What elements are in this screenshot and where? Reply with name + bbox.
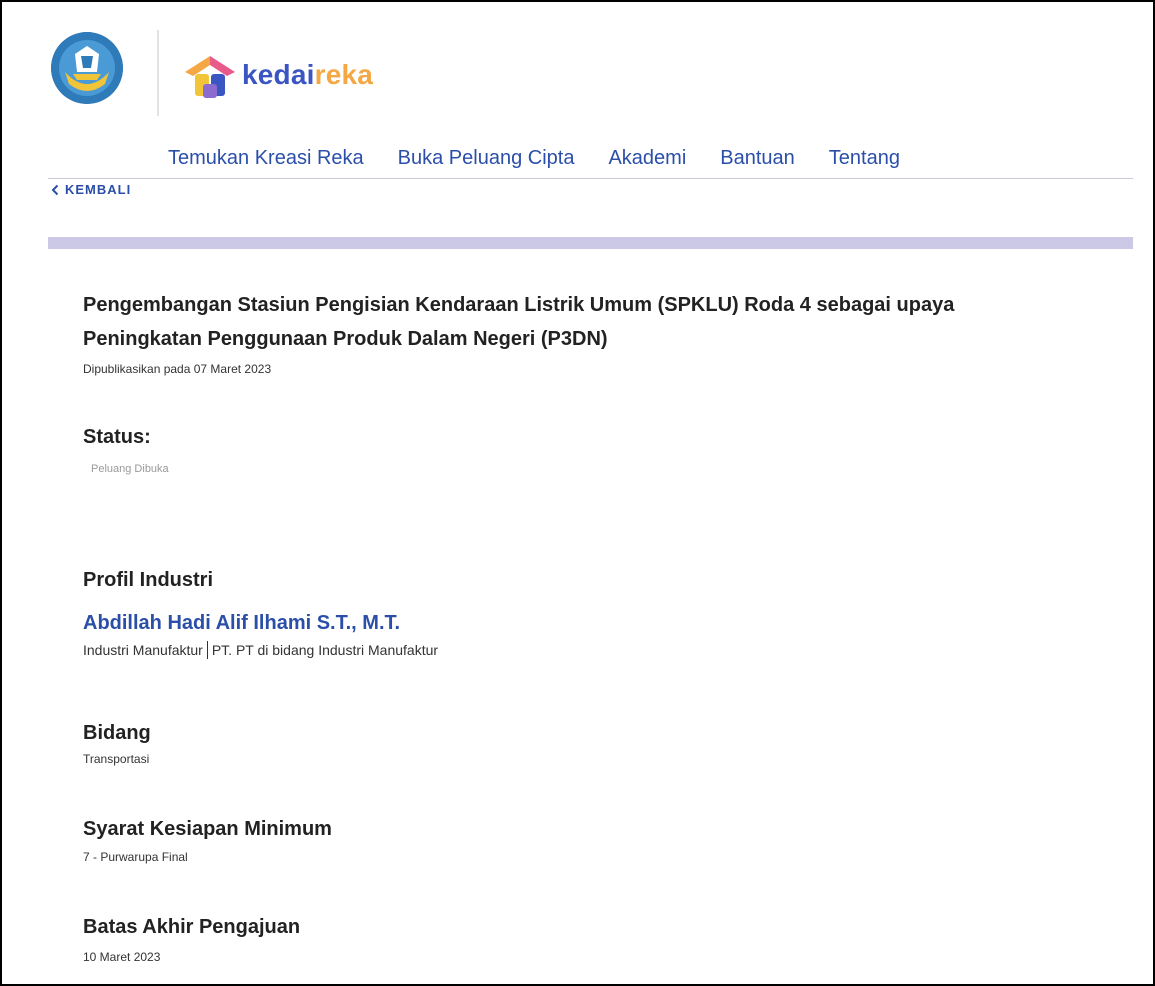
profile-sector: Industri Manufaktur: [83, 642, 203, 658]
field-value: Transportasi: [83, 752, 150, 766]
nav-item-buka-peluang-cipta[interactable]: Buka Peluang Cipta: [398, 144, 575, 172]
deadline-heading: Batas Akhir Pengajuan: [83, 916, 301, 938]
back-link-label: KEMBALI: [65, 182, 132, 197]
section-divider-bar: [48, 237, 1133, 249]
readiness-value: 7 - Purwarupa Final: [83, 850, 188, 864]
published-date: Dipublikasikan pada 07 Maret 2023: [83, 362, 272, 376]
kedaireka-mark-icon: [185, 56, 235, 98]
nav-item-temukan-kreasi-reka[interactable]: Temukan Kreasi Reka: [168, 144, 364, 172]
nav-divider: [48, 178, 1133, 179]
ministry-emblem-logo[interactable]: [51, 32, 123, 104]
brand-word-part2: reka: [314, 59, 374, 90]
brand-word-part1: kedai: [242, 59, 315, 90]
main-nav: Temukan Kreasi Reka Buka Peluang Cipta A…: [168, 144, 900, 172]
field-heading: Bidang: [83, 722, 151, 744]
profile-info: Industri Manufaktur PT. PT di bidang Ind…: [83, 641, 438, 659]
kedaireka-logo-wordmark[interactable]: kedaireka: [242, 56, 373, 94]
profile-company: PT. PT di bidang Industri Manufaktur: [211, 642, 439, 658]
nav-item-akademi[interactable]: Akademi: [608, 144, 686, 172]
nav-item-bantuan[interactable]: Bantuan: [720, 144, 795, 172]
nav-item-tentang[interactable]: Tentang: [829, 144, 900, 172]
page-title: Pengembangan Stasiun Pengisian Kendaraan…: [83, 294, 955, 350]
status-badge: Peluang Dibuka: [91, 463, 169, 475]
readiness-heading: Syarat Kesiapan Minimum: [83, 818, 332, 840]
logo-divider: [157, 30, 159, 116]
page-frame: kedaireka Temukan Kreasi Reka Buka Pelua…: [0, 0, 1155, 986]
back-link[interactable]: KEMBALI: [51, 182, 131, 197]
chevron-left-icon: [51, 184, 59, 195]
profile-heading: Profil Industri: [83, 569, 213, 591]
status-heading: Status:: [83, 426, 151, 448]
profile-name-link[interactable]: Abdillah Hadi Alif Ilhami S.T., M.T.: [83, 612, 400, 635]
deadline-value: 10 Maret 2023: [83, 950, 161, 964]
profile-separator: [206, 641, 208, 659]
